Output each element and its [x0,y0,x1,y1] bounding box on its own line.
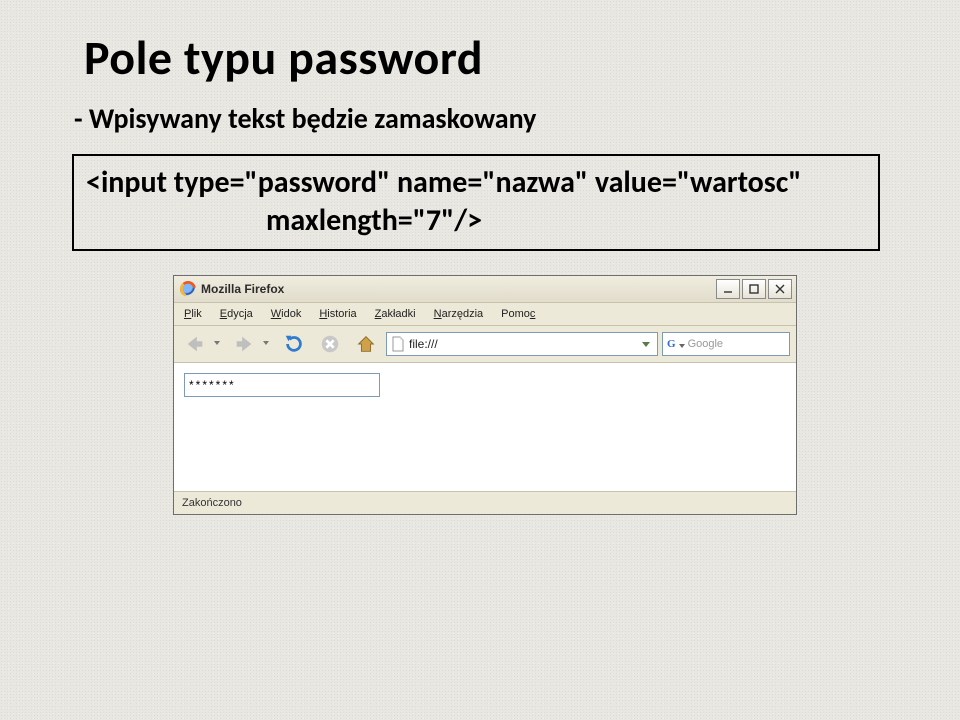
url-bar[interactable]: file:/// [386,332,658,356]
code-line-2: maxlength="7"/> [86,202,868,240]
password-field[interactable] [184,373,380,397]
stop-button[interactable] [314,329,346,359]
back-button[interactable] [180,329,225,359]
navigation-toolbar: file:/// G Google [174,326,796,363]
firefox-icon [180,281,196,297]
forward-button[interactable] [229,329,274,359]
window-titlebar: Mozilla Firefox [174,276,796,303]
menu-zakladki[interactable]: Zakładki [371,306,420,322]
page-content [174,363,796,491]
menu-pomoc[interactable]: Pomoc [497,306,539,322]
search-placeholder: Google [688,338,723,350]
menu-narzedzia[interactable]: Narzędzia [430,306,488,322]
menu-widok[interactable]: Widok [267,306,306,322]
browser-window: Mozilla Firefox Plik Edycja W [173,275,797,515]
code-line-1: <input type="password" name="nazwa" valu… [86,164,868,202]
slide-title: Pole typu password [84,28,900,87]
menu-bar: Plik Edycja Widok Historia Zakładki Narz… [174,303,796,326]
status-text: Zakończono [182,497,242,509]
page-icon [391,336,405,352]
status-bar: Zakończono [174,491,796,514]
reload-button[interactable] [278,329,310,359]
window-title: Mozilla Firefox [201,282,716,296]
url-dropdown-icon[interactable] [639,337,653,351]
search-engine-dropdown-icon[interactable] [679,335,685,353]
home-button[interactable] [350,329,382,359]
minimize-button[interactable] [716,279,740,299]
code-example-box: <input type="password" name="nazwa" valu… [72,154,880,251]
search-box[interactable]: G Google [662,332,790,356]
url-text: file:/// [409,337,635,351]
slide: Pole typu password - Wpisywany tekst będ… [0,0,960,720]
close-button[interactable] [768,279,792,299]
menu-historia[interactable]: Historia [315,306,360,322]
menu-edycja[interactable]: Edycja [216,306,257,322]
menu-plik[interactable]: Plik [180,306,206,322]
maximize-button[interactable] [742,279,766,299]
window-buttons [716,279,792,299]
search-engine-icon: G [667,338,676,350]
slide-bullet: - Wpisywany tekst będzie zamaskowany [74,101,900,136]
